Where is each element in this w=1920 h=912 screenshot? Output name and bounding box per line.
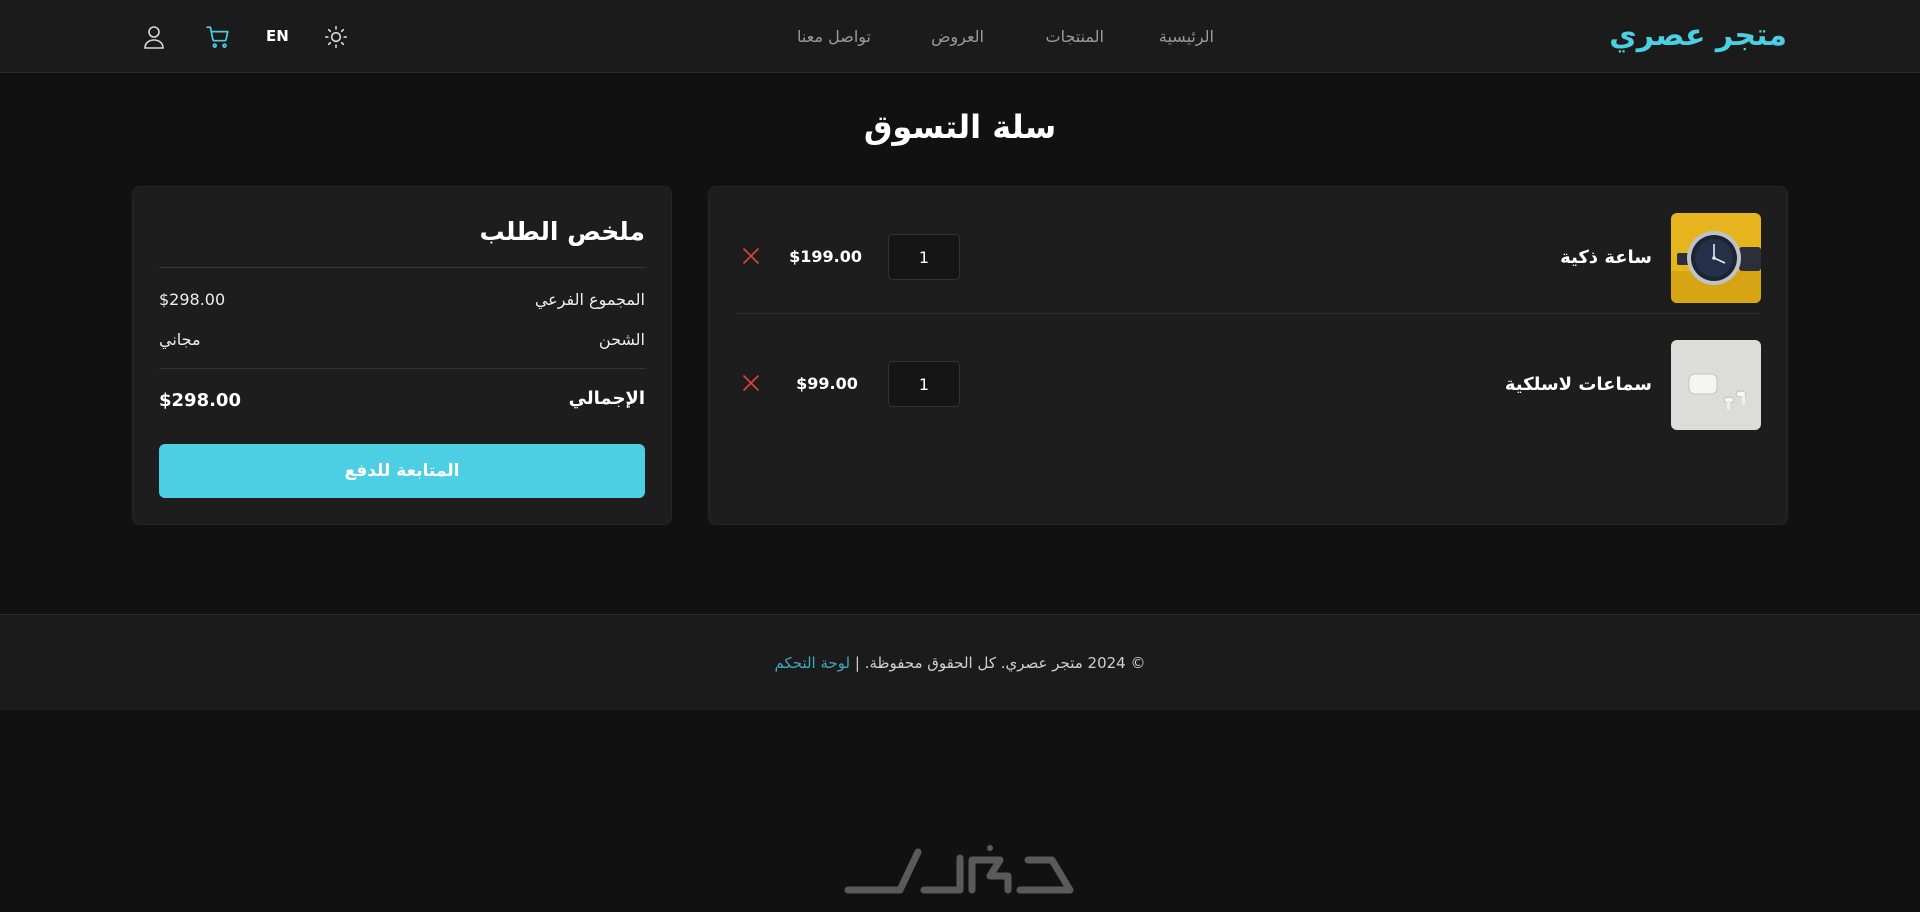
remove-item-button[interactable]	[739, 371, 763, 395]
footer-text: © 2024 متجر عصري. كل الحقوق محفوظة. | لو…	[0, 654, 1920, 672]
subtotal-value: $298.00	[159, 290, 226, 309]
nav-link-contact[interactable]: تواصل معنا	[797, 27, 871, 46]
product-image-earbuds[interactable]	[1671, 340, 1761, 430]
close-icon	[743, 248, 759, 264]
product-image-watch[interactable]	[1671, 213, 1761, 303]
quantity-input[interactable]	[888, 361, 960, 407]
language-toggle-button[interactable]: EN	[266, 27, 289, 53]
summary-title: ملخص الطلب	[479, 217, 646, 246]
copyright-text: © 2024 متجر عصري. كل الحقوق محفوظة. |	[854, 654, 1146, 672]
site-header: متجر عصري الرئيسية المنتجات العروض تواصل…	[0, 0, 1920, 73]
product-name: سماعات لاسلكية	[1504, 374, 1652, 395]
quantity-input[interactable]	[888, 234, 960, 280]
user-icon	[144, 26, 164, 49]
cart-item: سماعات لاسلكية $99.00	[735, 314, 1761, 441]
nav-link-products[interactable]: المنتجات	[1046, 27, 1105, 46]
theme-toggle-button[interactable]	[323, 24, 349, 50]
subtotal-label: المجموع الفرعي	[534, 290, 645, 309]
divider	[159, 368, 645, 369]
user-account-button[interactable]	[143, 24, 165, 50]
shipping-value: مجاني	[159, 330, 201, 349]
sun-icon	[324, 25, 348, 49]
cart-button[interactable]	[205, 24, 231, 50]
watermark-logo	[840, 838, 1080, 898]
checkout-button[interactable]: المتابعة للدفع	[159, 444, 645, 498]
site-footer: © 2024 متجر عصري. كل الحقوق محفوظة. | لو…	[0, 614, 1920, 710]
close-icon	[743, 375, 759, 391]
cart-item: ساعة ذكية $199.00	[735, 187, 1761, 314]
cart-items-panel: ساعة ذكية $199.00 سماعات لاسلكية $99.00	[708, 186, 1788, 525]
nav-link-offers[interactable]: العروض	[931, 27, 984, 46]
product-price: $199.00	[789, 247, 862, 266]
divider	[159, 267, 645, 268]
total-value: $298.00	[159, 390, 241, 411]
remove-item-button[interactable]	[739, 244, 763, 268]
cart-icon	[206, 26, 229, 48]
page-title: سلة التسوق	[863, 108, 1057, 146]
dashboard-link[interactable]: لوحة التحكم	[775, 654, 851, 672]
product-name: ساعة ذكية	[1560, 247, 1652, 268]
nav-link-home[interactable]: الرئيسية	[1159, 27, 1214, 46]
shipping-label: الشحن	[598, 330, 645, 349]
order-summary-panel: ملخص الطلب المجموع الفرعي $298.00 الشحن …	[132, 186, 672, 525]
product-price: $99.00	[796, 374, 858, 393]
total-label: الإجمالي	[568, 388, 645, 409]
